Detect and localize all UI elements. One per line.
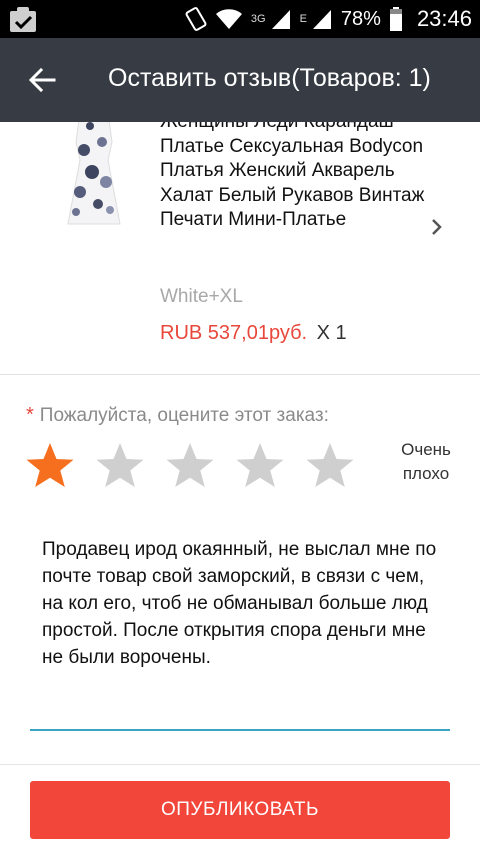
rating-section: * Пожалуйста, оцените этот заказ: Очень п…: [0, 376, 480, 516]
clock: 23:46: [416, 6, 472, 31]
rating-label: Очень плохо: [401, 440, 451, 483]
publish-button[interactable]: ОПУБЛИКОВАТЬ: [30, 781, 450, 839]
dress-image: [67, 122, 121, 225]
price-row: RUB 537,01руб. X 1: [160, 322, 347, 345]
network-type-label: 3G: [250, 13, 266, 25]
rating-prompt: * Пожалуйста, оцените этот заказ:: [26, 404, 329, 427]
signal-icon: [312, 10, 331, 29]
star-empty-icon[interactable]: [164, 440, 216, 492]
product-price: RUB 537,01руб.: [160, 322, 308, 344]
network-type-label-2: E: [299, 13, 307, 25]
product-quantity: X 1: [316, 322, 347, 344]
phone-vibrate-icon: [185, 7, 207, 31]
required-mark: *: [26, 404, 34, 426]
page-title: Оставить отзыв(Товаров: 1): [108, 64, 431, 92]
star-filled-icon[interactable]: [24, 440, 76, 492]
star-empty-icon[interactable]: [234, 440, 286, 492]
wifi-icon: [215, 9, 242, 29]
product-variant: White+XL: [160, 286, 243, 307]
product-title: Женщины Леди Карандаш Платье Сексуальная…: [160, 122, 425, 230]
status-bar: 3G E 78% 23:46: [0, 0, 480, 38]
review-textarea[interactable]: Продавец ирод окаянный, не выслал мне по…: [30, 526, 450, 731]
battery-percent: 78%: [340, 7, 381, 30]
star-empty-icon[interactable]: [304, 440, 356, 492]
product-card[interactable]: Женщины Леди Карандаш Платье Сексуальная…: [0, 122, 480, 375]
clipboard-check-icon: [10, 7, 36, 32]
signal-icon: [271, 10, 290, 29]
star-empty-icon[interactable]: [94, 440, 146, 492]
arrow-back-icon[interactable]: [24, 62, 60, 98]
chevron-right-icon[interactable]: [428, 216, 446, 238]
rating-prompt-text: Пожалуйста, оцените этот заказ:: [39, 405, 329, 426]
battery-icon: [389, 7, 402, 31]
divider: [0, 764, 480, 765]
app-bar: Оставить отзыв(Товаров: 1): [0, 38, 480, 122]
review-text[interactable]: Продавец ирод окаянный, не выслал мне по…: [42, 536, 442, 671]
star-rating[interactable]: [24, 440, 356, 492]
